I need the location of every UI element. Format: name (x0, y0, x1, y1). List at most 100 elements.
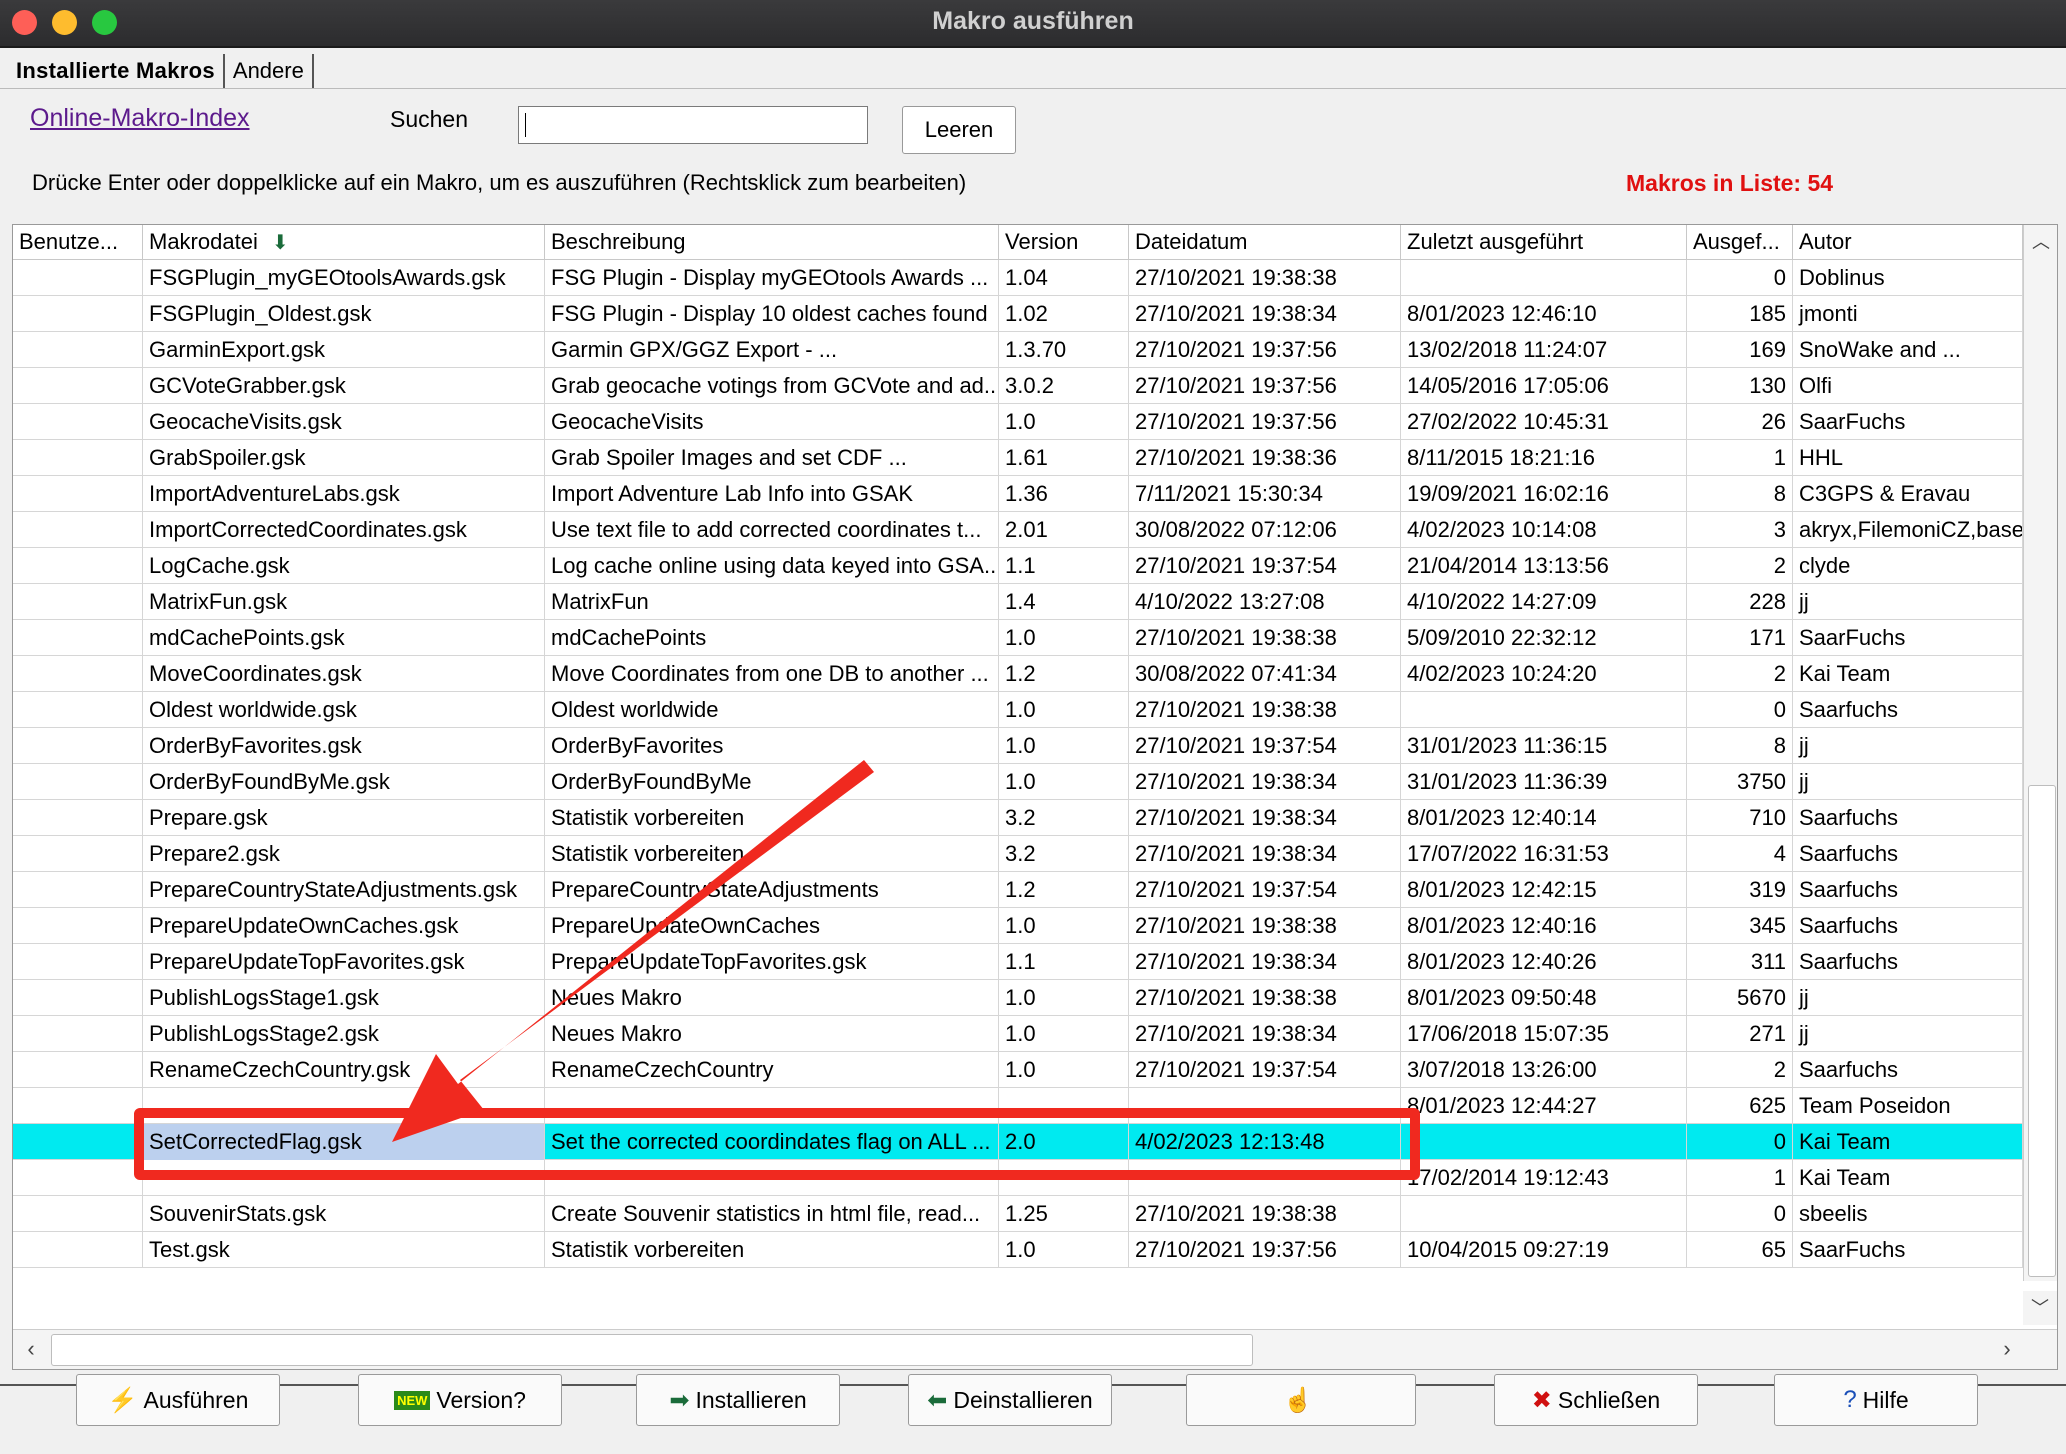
tab-installed-macros[interactable]: Installierte Makros (8, 54, 225, 88)
table-row[interactable]: OrderByFoundByMe.gsk OrderByFoundByMe 1.0 2… (13, 764, 2023, 800)
table-row[interactable]: FSGPlugin_myGEOtoolsAwards.gsk FSG Plugin… (13, 260, 2023, 296)
cell-file-date: 27/10/2021 19:38:38 (1129, 260, 1401, 296)
scroll-left-icon[interactable]: ‹ (15, 1332, 47, 1366)
cell-macro-file: GarminExport.gsk (143, 332, 545, 368)
cell-last-run: 3/07/2018 13:26:00 (1401, 1052, 1687, 1088)
ausführen-button[interactable]: ⚡ Ausführen (76, 1374, 280, 1426)
cell-file-date: 27/10/2021 19:38:34 (1129, 944, 1401, 980)
table-row-selected[interactable]: SetCorrectedFlag.gsk Set the corrected co… (13, 1124, 2023, 1160)
installieren-button[interactable]: ➡ Installieren (636, 1374, 840, 1426)
table-row[interactable]: RenameCzechCountry.gsk RenameCzechCountry… (13, 1052, 2023, 1088)
header-col-run-count[interactable]: Ausgef... (1687, 225, 1793, 259)
vertical-scroll-thumb[interactable] (2028, 785, 2056, 1277)
cell-user (13, 1052, 143, 1088)
cell-last-run: 5/09/2010 22:32:12 (1401, 620, 1687, 656)
cell-author: C3GPS & Eravau (1793, 476, 2023, 512)
sort-down-icon[interactable]: ⬇ (272, 226, 289, 259)
table-row[interactable]: PrepareCountryStateAdjustments.gsk Prepar… (13, 872, 2023, 908)
table-row[interactable]: SouvenirStats.gsk Create Souvenir statist… (13, 1196, 2023, 1232)
deinstallieren-button[interactable]: ⬅ Deinstallieren (908, 1374, 1112, 1426)
table-row[interactable]: Oldest worldwide.gsk Oldest worldwide 1.0 2… (13, 692, 2023, 728)
cell-file-date: 27/10/2021 19:37:56 (1129, 404, 1401, 440)
cell-last-run: 4/02/2023 10:24:20 (1401, 656, 1687, 692)
version-button[interactable]: NEW Version? (358, 1374, 562, 1426)
schließen-button[interactable]: ✖ Schließen (1494, 1374, 1698, 1426)
cell-author: Saarfuchs (1793, 944, 2023, 980)
cell-macro-file: PrepareUpdateTopFavorites.gsk (143, 944, 545, 980)
cell-macro-file: ImportCorrectedCoordinates.gsk (143, 512, 545, 548)
cell-run-count: 5670 (1687, 980, 1793, 1016)
cell-user (13, 728, 143, 764)
cell-file-date: 27/10/2021 19:38:38 (1129, 908, 1401, 944)
scroll-down-icon[interactable]: ﹀ (2023, 1291, 2057, 1325)
table-row[interactable]: Test.gsk Statistik vorbereiten 1.0 27/10/20… (13, 1232, 2023, 1268)
cell-macro-file: MoveCoordinates.gsk (143, 656, 545, 692)
table-row[interactable]: GrabSpoiler.gsk Grab Spoiler Images and s… (13, 440, 2023, 476)
cell-user (13, 836, 143, 872)
cell-run-count: 4 (1687, 836, 1793, 872)
user-button[interactable]: ☝ (1186, 1374, 1416, 1426)
table-row[interactable]: GarminExport.gsk Garmin GPX/GGZ Export - … (13, 332, 2023, 368)
header-label: Beschreibung (551, 229, 686, 254)
new-badge-icon: NEW (394, 1390, 431, 1410)
table-row[interactable]: PrepareUpdateOwnCaches.gsk PrepareUpdateO… (13, 908, 2023, 944)
cell-author: Doblinus (1793, 260, 2023, 296)
table-row[interactable]: FSGPlugin_Oldest.gsk FSG Plugin - Display… (13, 296, 2023, 332)
header-col-macro-file[interactable]: Makrodatei ⬇ (143, 225, 545, 259)
clear-button[interactable]: Leeren (902, 106, 1016, 154)
table-row[interactable]: MoveCoordinates.gsk Move Coordinates from… (13, 656, 2023, 692)
cell-author: jj (1793, 980, 2023, 1016)
cell-run-count: 8 (1687, 728, 1793, 764)
horizontal-scrollbar[interactable]: ‹ › (13, 1329, 2057, 1369)
close-icon: ✖ (1531, 1386, 1552, 1414)
tab-other[interactable]: Andere (225, 54, 314, 88)
online-macro-index-link[interactable]: Online-Makro-Index (30, 104, 250, 133)
header-col-last-run[interactable]: Zuletzt ausgeführt (1401, 225, 1687, 259)
table-row[interactable]: OrderByFavorites.gsk OrderByFavorites 1.0 2… (13, 728, 2023, 764)
cell-run-count: 1 (1687, 440, 1793, 476)
scroll-up-icon[interactable]: ︿ (2024, 225, 2057, 259)
header-col-file-date[interactable]: Dateidatum (1129, 225, 1401, 259)
header-col-user[interactable]: Benutze... (13, 225, 143, 259)
button-label: Schließen (1557, 1386, 1661, 1413)
cell-version: 1.2 (999, 656, 1129, 692)
table-row[interactable]: 8/01/2023 12:44:27 625 Team Poseidon (13, 1088, 2023, 1124)
search-input[interactable] (518, 106, 868, 144)
table-row[interactable]: mdCachePoints.gsk mdCachePoints 1.0 27/10/2… (13, 620, 2023, 656)
cell-description: Neues Makro (545, 980, 999, 1016)
scroll-right-icon[interactable]: › (1991, 1332, 2023, 1366)
horizontal-scroll-thumb[interactable] (51, 1334, 1253, 1366)
header-col-version[interactable]: Version (999, 225, 1129, 259)
vertical-scrollbar[interactable]: ︿ (2023, 225, 2057, 1281)
cell-description: FSG Plugin - Display 10 oldest caches fo… (545, 296, 999, 332)
table-row[interactable]: Prepare.gsk Statistik vorbereiten 3.2 27/10… (13, 800, 2023, 836)
table-row[interactable]: MatrixFun.gsk MatrixFun 1.4 4/10/2022 13:27… (13, 584, 2023, 620)
hilfe-button[interactable]: ? Hilfe (1774, 1374, 1978, 1426)
table-row[interactable]: ImportAdventureLabs.gsk Import Adventure … (13, 476, 2023, 512)
table-row[interactable]: PublishLogsStage1.gsk Neues Makro 1.0 27/10… (13, 980, 2023, 1016)
table-row[interactable]: GeocacheVisits.gsk GeocacheVisits 1.0 27/10… (13, 404, 2023, 440)
cell-author: SaarFuchs (1793, 404, 2023, 440)
cell-user (13, 296, 143, 332)
cell-user (13, 872, 143, 908)
macro-table: Benutze... Makrodatei ⬇ Beschreibung Version… (12, 224, 2058, 1370)
table-header: Benutze... Makrodatei ⬇ Beschreibung Version… (13, 225, 2023, 260)
table-row[interactable]: GCVoteGrabber.gsk Grab geocache votings f… (13, 368, 2023, 404)
table-row[interactable]: ImportCorrectedCoordinates.gsk Use text f… (13, 512, 2023, 548)
table-row[interactable]: PublishLogsStage2.gsk Neues Makro 1.0 27/10… (13, 1016, 2023, 1052)
table-row[interactable]: PrepareUpdateTopFavorites.gsk PrepareUpda… (13, 944, 2023, 980)
cell-macro-file: SetCorrectedFlag.gsk (143, 1124, 545, 1160)
cell-run-count: 8 (1687, 476, 1793, 512)
cell-macro-file: ImportAdventureLabs.gsk (143, 476, 545, 512)
table-row[interactable]: LogCache.gsk Log cache online using data … (13, 548, 2023, 584)
header-col-author[interactable]: Autor (1793, 225, 2023, 259)
cell-author: Kai Team (1793, 1124, 2023, 1160)
header-col-description[interactable]: Beschreibung (545, 225, 999, 259)
table-row[interactable]: 17/02/2014 19:12:43 1 Kai Team (13, 1160, 2023, 1196)
cell-version (999, 1160, 1129, 1196)
table-row[interactable]: Prepare2.gsk Statistik vorbereiten 3.2 27/1… (13, 836, 2023, 872)
cell-last-run: 8/01/2023 09:50:48 (1401, 980, 1687, 1016)
cell-description: PrepareCountryStateAdjustments (545, 872, 999, 908)
cell-description: Import Adventure Lab Info into GSAK (545, 476, 999, 512)
cell-run-count: 228 (1687, 584, 1793, 620)
